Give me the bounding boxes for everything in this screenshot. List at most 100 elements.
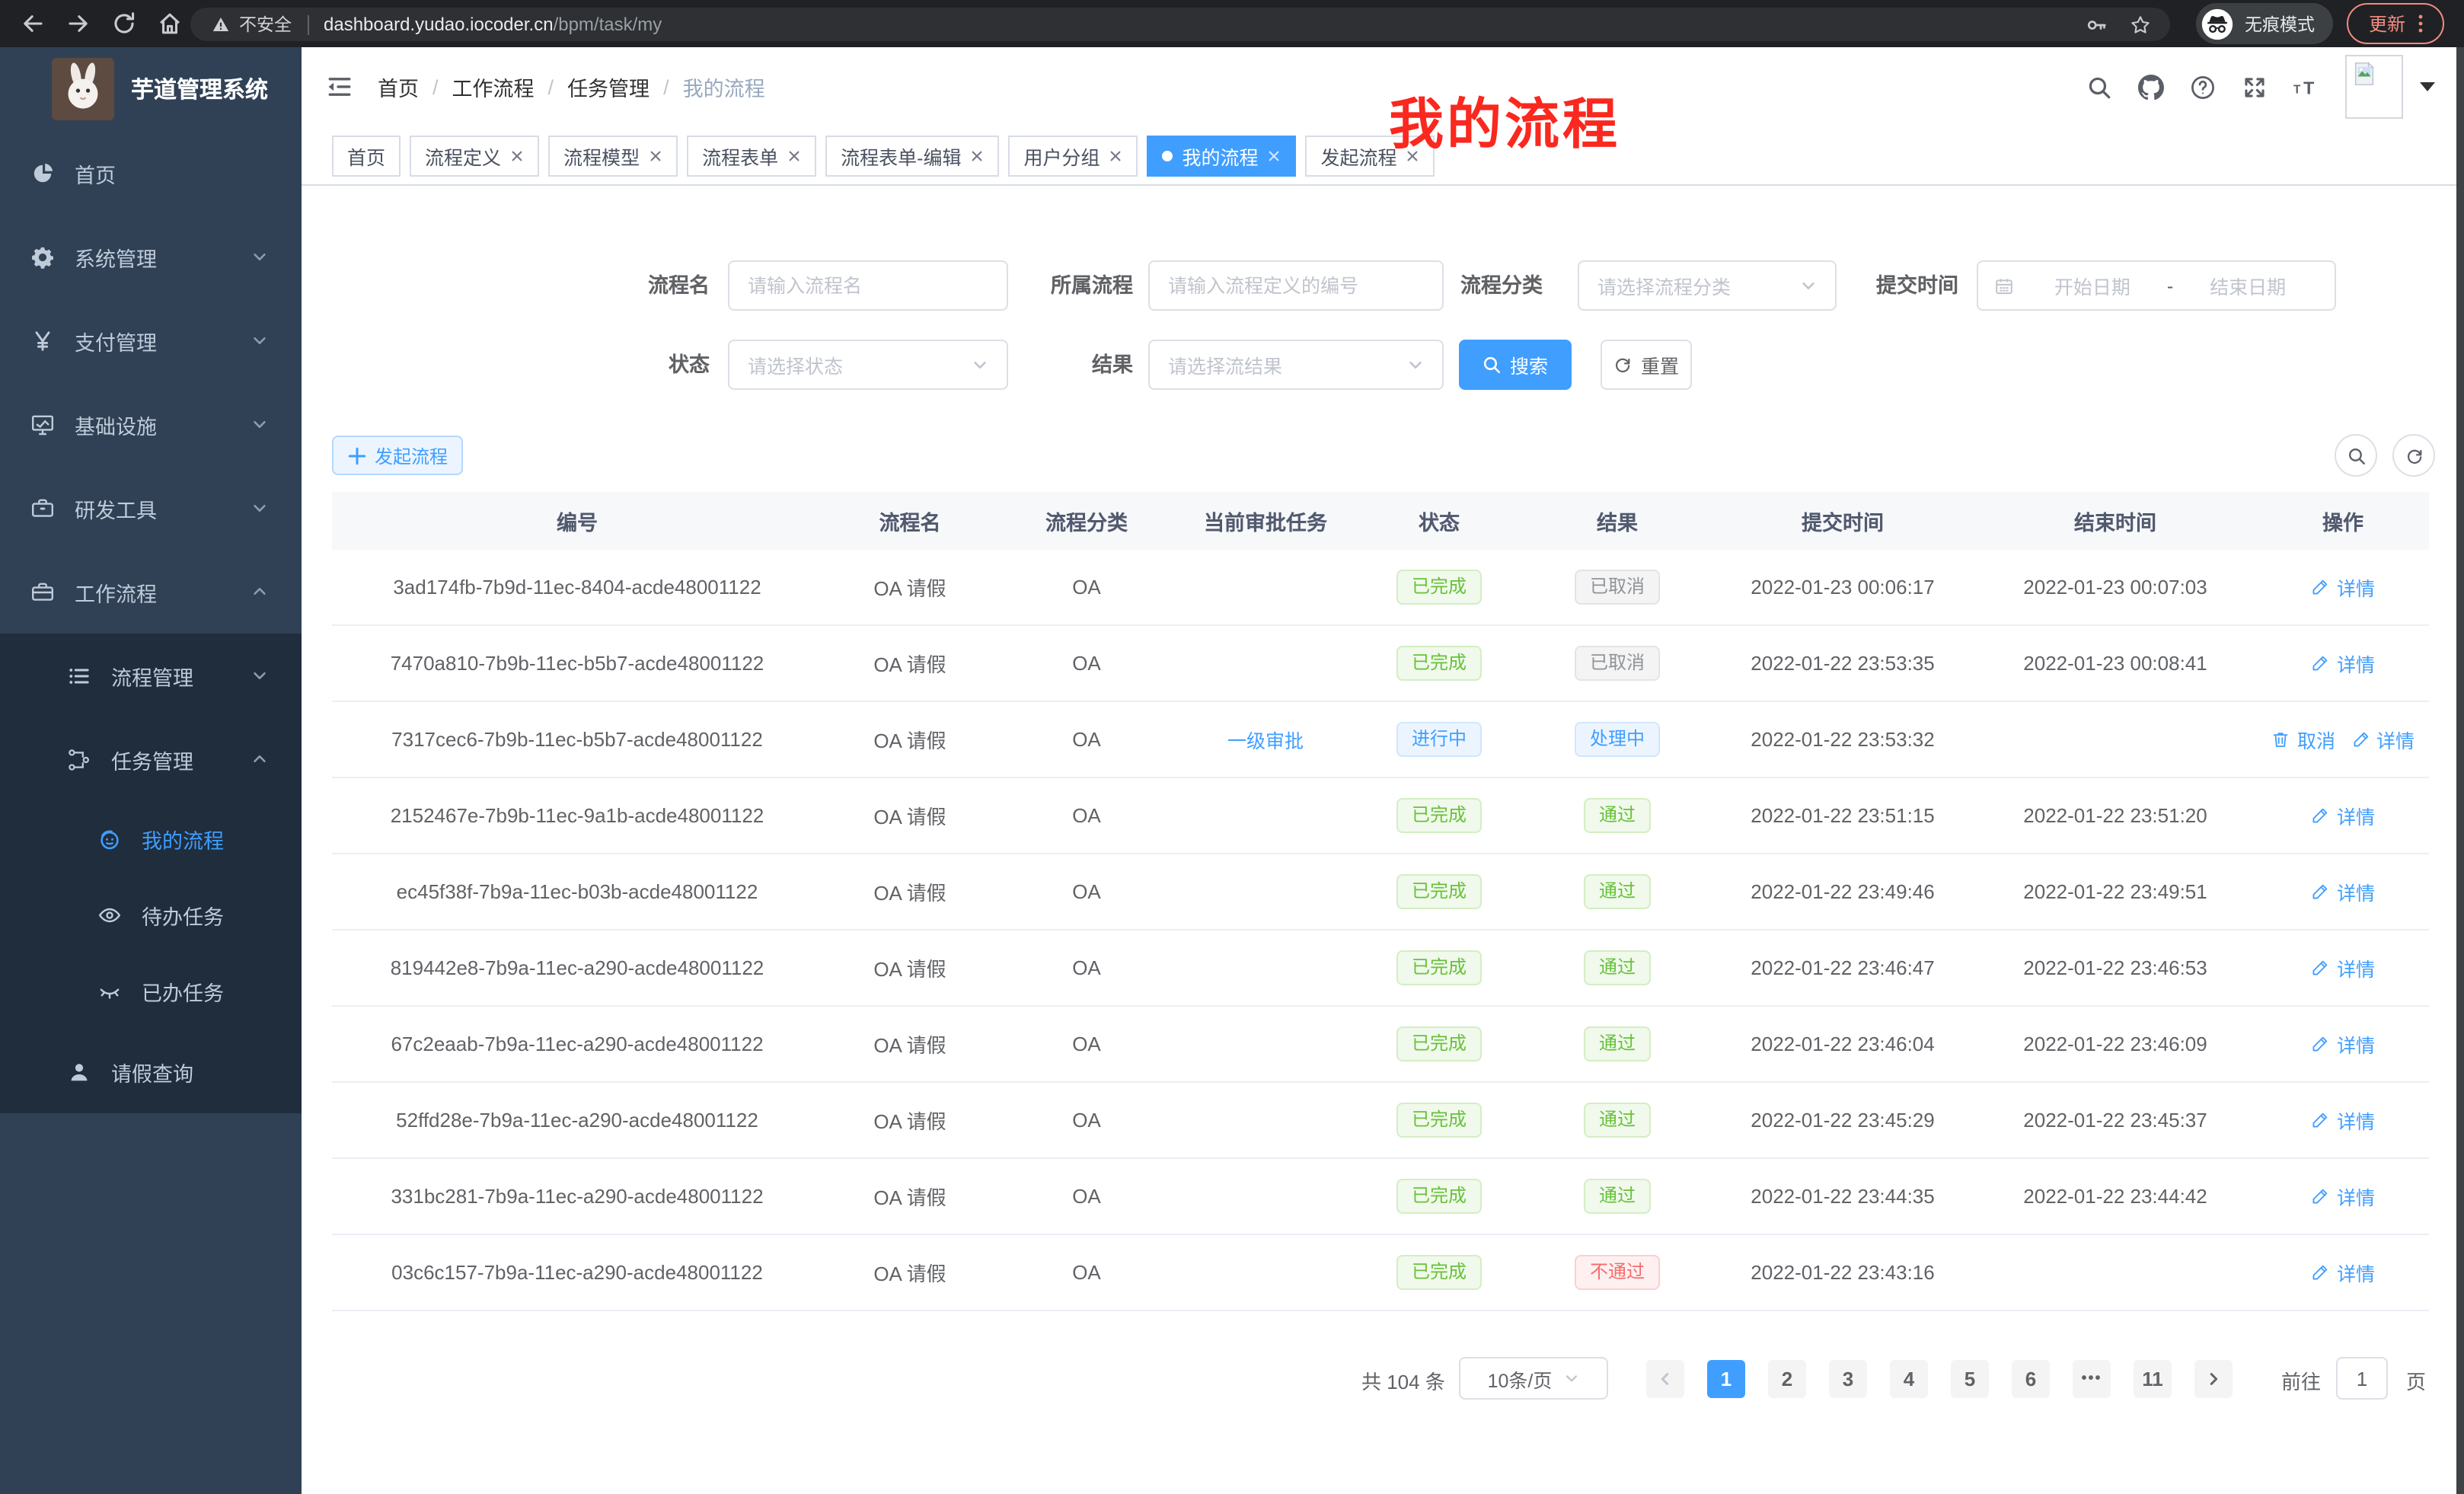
tab-流程定义[interactable]: 流程定义 bbox=[410, 135, 539, 176]
more-pages-button[interactable]: ••• bbox=[2073, 1359, 2111, 1397]
sidebar-item-待办任务[interactable]: 待办任务 bbox=[0, 877, 302, 953]
toggle-search-button[interactable] bbox=[2335, 434, 2377, 477]
address-bar[interactable]: 不安全 dashboard.yudao.iocoder.cn/bpm/task/… bbox=[190, 8, 2170, 41]
update-button[interactable]: 更新 bbox=[2347, 3, 2444, 44]
tab-label: 我的流程 bbox=[1183, 141, 1259, 170]
action-详情[interactable]: 详情 bbox=[2311, 649, 2375, 678]
close-icon[interactable] bbox=[787, 148, 801, 162]
text-size-icon[interactable]: TT bbox=[2293, 74, 2319, 100]
action-取消[interactable]: 取消 bbox=[2271, 725, 2335, 754]
caret-down-icon[interactable] bbox=[2420, 82, 2435, 91]
reset-button[interactable]: 重置 bbox=[1601, 340, 1692, 390]
action-详情[interactable]: 详情 bbox=[2351, 725, 2415, 754]
reload-icon[interactable] bbox=[111, 11, 137, 37]
tab-发起流程[interactable]: 发起流程 bbox=[1306, 135, 1435, 176]
logo-row[interactable]: 芋道管理系统 bbox=[0, 47, 302, 131]
action-详情[interactable]: 详情 bbox=[2311, 953, 2375, 982]
close-icon[interactable] bbox=[1268, 148, 1281, 162]
create-process-button[interactable]: 发起流程 bbox=[332, 436, 463, 475]
sidebar-item-label: 工作流程 bbox=[75, 576, 157, 607]
page-button-3[interactable]: 3 bbox=[1829, 1359, 1867, 1397]
tab-流程表单-编辑[interactable]: 流程表单-编辑 bbox=[825, 135, 999, 176]
sidebar-item-我的流程[interactable]: 我的流程 bbox=[0, 801, 302, 877]
filter-status-label: 状态 bbox=[640, 340, 710, 390]
forward-icon[interactable] bbox=[65, 11, 91, 37]
home-icon[interactable] bbox=[157, 11, 183, 37]
github-icon[interactable] bbox=[2138, 74, 2164, 100]
sidebar-item-已办任务[interactable]: 已办任务 bbox=[0, 953, 302, 1030]
sidebar-item-任务管理[interactable]: 任务管理 bbox=[0, 717, 302, 801]
cell-id: 819442e8-7b9a-11ec-a290-acde48001122 bbox=[332, 956, 822, 979]
action-详情[interactable]: 详情 bbox=[2311, 801, 2375, 830]
tab-流程模型[interactable]: 流程模型 bbox=[548, 135, 678, 176]
action-详情[interactable]: 详情 bbox=[2311, 1030, 2375, 1058]
back-icon[interactable] bbox=[20, 11, 46, 37]
warning-icon[interactable] bbox=[212, 15, 230, 34]
action-详情[interactable]: 详情 bbox=[2311, 573, 2375, 602]
sidebar-item-流程管理[interactable]: 流程管理 bbox=[0, 634, 302, 717]
tab-我的流程[interactable]: 我的流程 bbox=[1147, 135, 1297, 176]
broken-image-icon bbox=[2351, 61, 2377, 87]
page-size-select[interactable]: 10条/页 bbox=[1459, 1357, 1608, 1400]
action-详情[interactable]: 详情 bbox=[2311, 1258, 2375, 1287]
goto-page-input[interactable] bbox=[2336, 1357, 2388, 1400]
sidebar-item-研发工具[interactable]: 研发工具 bbox=[0, 466, 302, 550]
sidebar-item-工作流程[interactable]: 工作流程 bbox=[0, 550, 302, 634]
refresh-table-button[interactable] bbox=[2392, 434, 2435, 477]
close-icon[interactable] bbox=[970, 148, 984, 162]
page-button-2[interactable]: 2 bbox=[1768, 1359, 1806, 1397]
sidebar-item-请假查询[interactable]: 请假查询 bbox=[0, 1030, 302, 1113]
page-url[interactable]: dashboard.yudao.iocoder.cn/bpm/task/my bbox=[324, 14, 662, 35]
close-icon[interactable] bbox=[649, 148, 662, 162]
close-icon[interactable] bbox=[510, 148, 524, 162]
cell-process-name: OA 请假 bbox=[822, 725, 997, 754]
breadcrumb-item[interactable]: 首页 bbox=[378, 72, 419, 102]
sidebar-item-支付管理[interactable]: 支付管理 bbox=[0, 298, 302, 382]
action-详情[interactable]: 详情 bbox=[2311, 1106, 2375, 1135]
sidebar-item-首页[interactable]: 首页 bbox=[0, 131, 302, 215]
cell-result: 通过 bbox=[1523, 1103, 1712, 1138]
start-date-placeholder[interactable]: 开始日期 bbox=[2021, 271, 2164, 300]
tab-流程表单[interactable]: 流程表单 bbox=[687, 135, 816, 176]
page-button-5[interactable]: 5 bbox=[1951, 1359, 1989, 1397]
browser-menu-icon[interactable] bbox=[2418, 14, 2422, 34]
page-button-1[interactable]: 1 bbox=[1707, 1359, 1745, 1397]
breadcrumb-item[interactable]: 工作流程 bbox=[452, 72, 535, 102]
bookmark-star-icon[interactable] bbox=[2129, 13, 2152, 36]
submit-time-range-picker[interactable]: 开始日期 - 结束日期 bbox=[1977, 260, 2336, 311]
result-select[interactable]: 请选择流结果 bbox=[1148, 340, 1444, 390]
search-button[interactable]: 搜索 bbox=[1459, 340, 1572, 390]
key-icon[interactable] bbox=[2085, 13, 2108, 36]
current-task-link[interactable]: 一级审批 bbox=[1227, 725, 1304, 754]
action-详情[interactable]: 详情 bbox=[2311, 1182, 2375, 1211]
breadcrumb-item[interactable]: 任务管理 bbox=[567, 72, 650, 102]
search-icon[interactable] bbox=[2086, 74, 2112, 100]
table-header: 编号流程名流程分类当前审批任务状态结果提交时间结束时间操作 bbox=[332, 492, 2429, 550]
page-button-6[interactable]: 6 bbox=[2012, 1359, 2050, 1397]
close-icon[interactable] bbox=[1406, 148, 1420, 162]
sidebar-item-label: 系统管理 bbox=[75, 241, 157, 272]
cell-category: OA bbox=[997, 1109, 1176, 1132]
tab-用户分组[interactable]: 用户分组 bbox=[1008, 135, 1138, 176]
next-page-button[interactable] bbox=[2194, 1359, 2233, 1397]
column-header-流程分类: 流程分类 bbox=[997, 506, 1176, 536]
end-date-placeholder[interactable]: 结束日期 bbox=[2176, 271, 2319, 300]
status-select[interactable]: 请选择状态 bbox=[728, 340, 1008, 390]
avatar[interactable] bbox=[2345, 55, 2403, 119]
action-详情[interactable]: 详情 bbox=[2311, 877, 2375, 906]
security-label[interactable]: 不安全 bbox=[239, 12, 292, 37]
prev-page-button[interactable] bbox=[1646, 1359, 1684, 1397]
browser-scrollbar[interactable] bbox=[2456, 47, 2464, 1494]
help-icon[interactable] bbox=[2190, 74, 2216, 100]
page-button-4[interactable]: 4 bbox=[1890, 1359, 1928, 1397]
fullscreen-icon[interactable] bbox=[2242, 74, 2268, 100]
close-icon[interactable] bbox=[1109, 148, 1123, 162]
page-button-11[interactable]: 11 bbox=[2134, 1359, 2172, 1397]
category-select[interactable]: 请选择流程分类 bbox=[1578, 260, 1837, 311]
process-definition-input[interactable] bbox=[1148, 260, 1444, 311]
hamburger-icon[interactable] bbox=[326, 73, 353, 101]
sidebar-item-基础设施[interactable]: 基础设施 bbox=[0, 382, 302, 466]
process-name-input[interactable] bbox=[728, 260, 1008, 311]
sidebar-item-系统管理[interactable]: 系统管理 bbox=[0, 215, 302, 298]
tab-首页[interactable]: 首页 bbox=[332, 135, 401, 176]
